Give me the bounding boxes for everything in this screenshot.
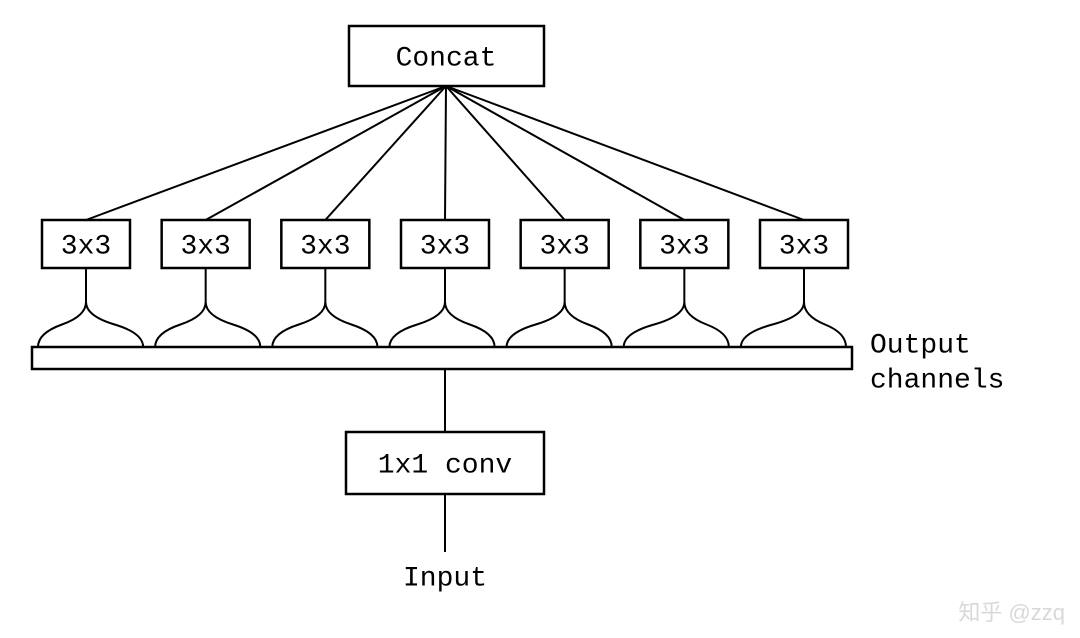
brace-conv-to-bar [155, 268, 260, 347]
output-channels-label-1: Output [870, 330, 971, 361]
bottleneck-label: 1x1 conv [378, 450, 512, 481]
conv-box-label: 3x3 [180, 231, 230, 262]
edge-concat-to-conv [446, 86, 565, 220]
edge-concat-to-conv [445, 86, 446, 220]
brace-conv-to-bar [38, 268, 143, 347]
edge-concat-to-conv [325, 86, 446, 220]
edge-concat-to-conv [86, 86, 446, 220]
input-label: Input [403, 563, 487, 594]
conv-box-label: 3x3 [300, 231, 350, 262]
watermark-text: 知乎 @zzq [958, 600, 1065, 625]
edge-concat-to-conv [206, 86, 446, 220]
concat-label: Concat [396, 43, 497, 74]
conv-box-label: 3x3 [539, 231, 589, 262]
conv-box-label: 3x3 [779, 231, 829, 262]
brace-conv-to-bar [624, 268, 729, 347]
output-channels-label-2: channels [870, 365, 1004, 396]
edge-concat-to-conv [446, 86, 684, 220]
conv-box-label: 3x3 [659, 231, 709, 262]
brace-conv-to-bar [741, 268, 846, 347]
concat-edges [86, 86, 804, 220]
conv-boxes-row: 3x3 3x3 3x3 3x3 3x3 3x3 3x3 [42, 220, 848, 268]
conv-box-label: 3x3 [420, 231, 470, 262]
conv-box-label: 3x3 [61, 231, 111, 262]
edge-concat-to-conv [446, 86, 804, 220]
brace-edges [38, 268, 846, 347]
brace-conv-to-bar [389, 268, 494, 347]
output-channels-bar [32, 347, 852, 369]
brace-conv-to-bar [507, 268, 612, 347]
brace-conv-to-bar [272, 268, 377, 347]
